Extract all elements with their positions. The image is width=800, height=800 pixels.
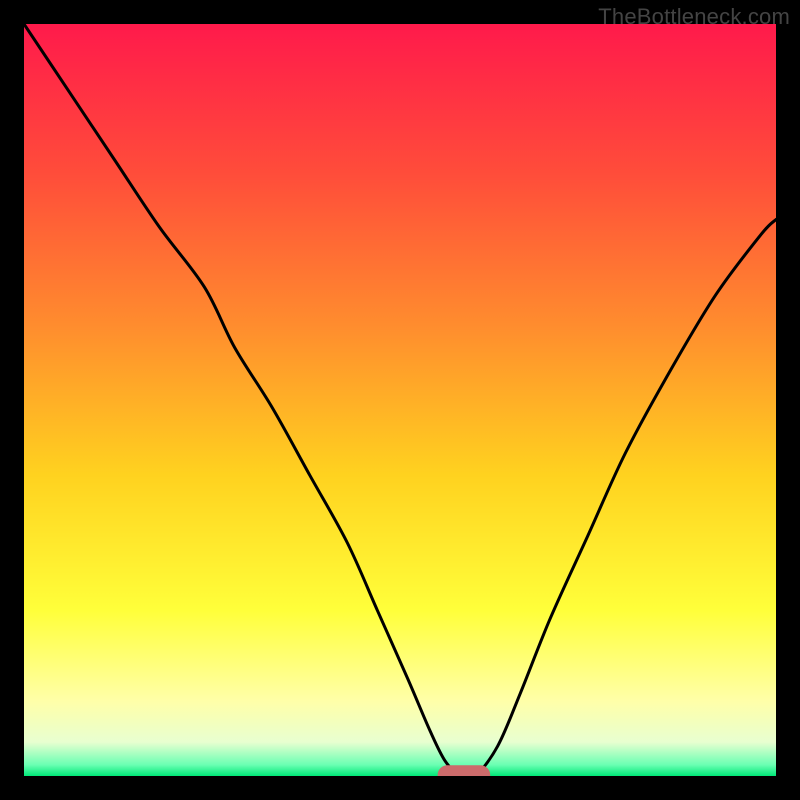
chart-frame: TheBottleneck.com xyxy=(0,0,800,800)
min-marker xyxy=(438,765,491,776)
plot-area xyxy=(24,24,776,776)
bottleneck-chart xyxy=(24,24,776,776)
